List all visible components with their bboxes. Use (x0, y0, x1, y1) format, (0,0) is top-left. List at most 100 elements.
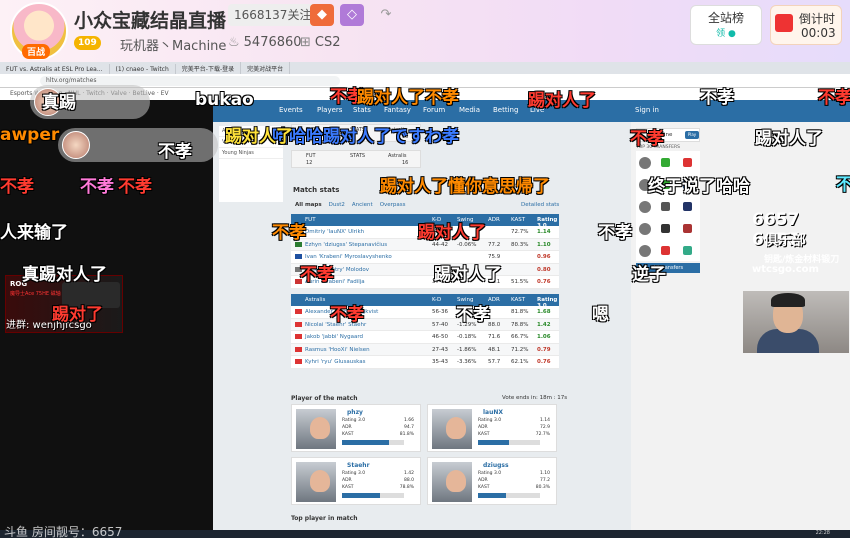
kd-value: 46-50 (432, 334, 448, 341)
match-stats-title: Match stats (293, 186, 340, 194)
medal-icon[interactable]: ◆ (310, 4, 334, 26)
team-b: Astralis (388, 153, 407, 159)
room-title: 小众宝藏结晶直播 (74, 10, 227, 32)
stream-header: 百战 小众宝藏结晶直播 1668137关注 ◆ ◇ ↷ 109 玩机器丶Mach… (0, 0, 850, 62)
team-logo (661, 224, 670, 233)
rating-value: 0.76 (537, 359, 551, 366)
potm-card[interactable]: phzy Rating 3.0 1.66 ADR 94.7 KAST 81.8% (291, 404, 421, 452)
diamond-icon[interactable]: ◇ (340, 4, 364, 26)
browser-tab[interactable]: 完美对战平台 (241, 62, 291, 74)
browser-tab[interactable]: (1) cnaeo - Twitch (110, 64, 176, 74)
kast-value: 71.2% (511, 346, 529, 353)
rank-board-button[interactable]: 全站榜 领 ● (690, 5, 762, 45)
player-head (446, 417, 466, 439)
table-row[interactable]: Kyhri 'ryu' Glusauskas 35-43 -3.36% 57.7 62.… (291, 356, 559, 369)
kast-value: 81.8% (399, 432, 414, 437)
kast-value: 80.3% (511, 241, 529, 248)
kd-value: 27-43 (432, 346, 448, 353)
kast-value: 62.1% (511, 359, 529, 366)
adr-value: 72.9 (539, 425, 550, 430)
player-head (446, 470, 466, 492)
kd-value: 57-40 (432, 321, 448, 328)
player-name[interactable]: Dmitriy 'lauNX' Ulrikh (305, 229, 364, 235)
browser-tab[interactable]: FUT vs. Astralis at ESL Pro Lea... (0, 64, 110, 74)
player-name[interactable]: Rasmus 'HooXi' Nielsen (305, 347, 370, 353)
score-b: 16 (402, 160, 409, 166)
browser-tab[interactable]: 完美平台-下载-登录 (176, 62, 242, 74)
player-photo (432, 462, 472, 502)
transfer-row[interactable] (639, 221, 697, 239)
filter-all-maps[interactable]: All maps (295, 202, 322, 208)
potm-player-name: phzy (347, 409, 363, 416)
vote-bar (478, 440, 540, 445)
potm-player-name: Staehr (347, 462, 370, 469)
kast-label: KAST (342, 432, 354, 437)
game-label: CS2 (314, 35, 341, 50)
potm-title: Player of the match (291, 395, 358, 402)
share-icon[interactable]: ↷ (374, 4, 398, 26)
rank-sub: 领 ● (716, 29, 736, 39)
left-col-item[interactable]: Young Ninjas (219, 148, 283, 159)
rating-value: 0.80 (537, 266, 551, 273)
transfer-row[interactable] (639, 155, 697, 173)
adr-value: 94.7 (403, 425, 414, 430)
vote-bar-fill (342, 440, 389, 445)
potm-card[interactable]: dziugss Rating 3.0 1.10 ADR 77.2 KAST 80.3% (427, 457, 557, 505)
team-logo (661, 158, 670, 167)
danmaku-comment: 嗯 (592, 305, 609, 325)
filter-overpass[interactable]: Overpass (380, 202, 406, 208)
rating-label: Rating 3.0 (342, 471, 366, 476)
score-a: 12 (306, 160, 313, 166)
category-link[interactable]: 玩机器丶Machine (120, 35, 226, 54)
transfer-row[interactable] (639, 243, 697, 261)
sign-in-link[interactable]: Sign in (635, 106, 659, 114)
play-button[interactable]: Play (685, 131, 699, 139)
swing-value: -0.18% (457, 334, 477, 341)
filter-ancient[interactable]: Ancient (352, 202, 373, 208)
detailed-stats-link[interactable]: Detailed stats (521, 202, 559, 208)
gift-icon (775, 14, 793, 32)
col-team: FUT (305, 217, 316, 223)
countdown-box[interactable]: 倒计时 00:03 (770, 5, 842, 45)
nav-events[interactable]: Events (279, 106, 303, 114)
table-row[interactable]: Rasmus 'HooXi' Nielsen 27-43 -1.86% 48.1 71.… (291, 343, 559, 357)
player-name[interactable]: Ezhyn 'dziugss' Stepanavičius (305, 242, 387, 248)
room-number: 斗鱼 房间靓号：6657 (4, 525, 123, 538)
user-avatar (62, 131, 90, 159)
team-logo (683, 224, 692, 233)
col-adr: ADR (488, 217, 500, 223)
potm-card[interactable]: Staehr Rating 3.0 1.42 ADR 88.0 KAST 78.8% (291, 457, 421, 505)
filter-dust2[interactable]: Dust2 (329, 202, 345, 208)
table-row[interactable]: Jakob 'jabbi' Nygaard 46-50 -0.18% 71.6 66.7… (291, 331, 559, 344)
player-name[interactable]: Kyhri 'ryu' Glusauskas (305, 359, 365, 365)
adr-value: 77.2 (488, 241, 501, 248)
game-tag[interactable]: ⊞ CS2 (300, 35, 341, 50)
player-head (310, 417, 330, 439)
danmaku-comment: 不孝 (158, 142, 192, 162)
player-name[interactable]: Jakob 'jabbi' Nygaard (305, 334, 363, 340)
rog-subtitle: 魔导士Ace 75HE 磁轴 (10, 291, 61, 297)
follow-count[interactable]: 1668137关注 (228, 4, 318, 26)
team-logo (661, 202, 670, 211)
category-label: 玩机器丶Machine (120, 39, 227, 54)
potm-card[interactable]: lauNX Rating 3.0 1.14 ADR 72.9 KAST 72.7% (427, 404, 557, 452)
danmaku-comment: 真踢对人了 (22, 265, 107, 285)
adr-value: 77.2 (539, 478, 550, 483)
transfers-list (636, 151, 700, 261)
nav-media[interactable]: Media (459, 106, 480, 114)
col-team: Astralis (305, 297, 326, 303)
nav-betting[interactable]: Betting (493, 106, 518, 114)
col-kd: K-D (432, 297, 442, 303)
danmaku-comment: 不孝 (456, 305, 490, 325)
danmaku-comment: 终于说了哈哈 (648, 177, 750, 197)
nav-players[interactable]: Players (317, 106, 342, 114)
danmaku-comment: 不孝 (818, 88, 850, 108)
danmaku-comment: 不孝 (836, 175, 850, 195)
kast-value: 72.7% (535, 432, 550, 437)
rating-value: 0.79 (537, 346, 551, 353)
danmaku-comment: 踢对人了 (434, 265, 502, 285)
transfer-row[interactable] (639, 199, 697, 217)
potm-player-name: dziugss (483, 462, 509, 469)
kast-label: KAST (342, 485, 354, 490)
map-score-row[interactable]: FUT STATS Astralis 12 16 (291, 150, 421, 168)
